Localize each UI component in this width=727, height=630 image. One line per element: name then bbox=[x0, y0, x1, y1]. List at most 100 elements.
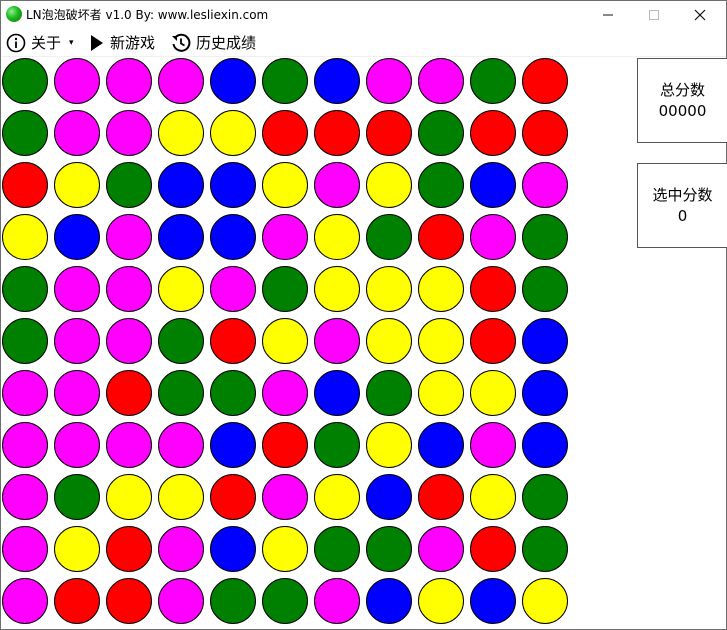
bubble[interactable] bbox=[314, 474, 360, 520]
bubble[interactable] bbox=[522, 58, 568, 104]
menu-new-game[interactable]: 新游戏 bbox=[89, 29, 155, 56]
bubble[interactable] bbox=[2, 474, 48, 520]
bubble[interactable] bbox=[2, 318, 48, 364]
bubble[interactable] bbox=[366, 422, 412, 468]
bubble[interactable] bbox=[158, 266, 204, 312]
bubble[interactable] bbox=[262, 526, 308, 572]
bubble[interactable] bbox=[262, 162, 308, 208]
bubble[interactable] bbox=[366, 110, 412, 156]
bubble[interactable] bbox=[210, 370, 256, 416]
bubble[interactable] bbox=[418, 422, 464, 468]
bubble[interactable] bbox=[54, 578, 100, 624]
bubble[interactable] bbox=[210, 526, 256, 572]
bubble[interactable] bbox=[418, 318, 464, 364]
bubble[interactable] bbox=[418, 58, 464, 104]
bubble[interactable] bbox=[366, 162, 412, 208]
bubble[interactable] bbox=[262, 318, 308, 364]
bubble[interactable] bbox=[262, 370, 308, 416]
bubble[interactable] bbox=[158, 110, 204, 156]
bubble[interactable] bbox=[210, 578, 256, 624]
bubble[interactable] bbox=[54, 474, 100, 520]
bubble[interactable] bbox=[210, 162, 256, 208]
bubble[interactable] bbox=[2, 266, 48, 312]
bubble[interactable] bbox=[262, 578, 308, 624]
bubble[interactable] bbox=[106, 474, 152, 520]
bubble[interactable] bbox=[314, 526, 360, 572]
bubble[interactable] bbox=[470, 214, 516, 260]
bubble[interactable] bbox=[106, 526, 152, 572]
bubble[interactable] bbox=[106, 266, 152, 312]
bubble[interactable] bbox=[418, 526, 464, 572]
bubble[interactable] bbox=[106, 110, 152, 156]
bubble[interactable] bbox=[2, 370, 48, 416]
bubble[interactable] bbox=[314, 214, 360, 260]
bubble[interactable] bbox=[366, 370, 412, 416]
bubble[interactable] bbox=[158, 578, 204, 624]
bubble[interactable] bbox=[106, 578, 152, 624]
bubble[interactable] bbox=[366, 578, 412, 624]
bubble[interactable] bbox=[158, 422, 204, 468]
bubble[interactable] bbox=[106, 318, 152, 364]
bubble[interactable] bbox=[210, 318, 256, 364]
bubble[interactable] bbox=[522, 526, 568, 572]
bubble[interactable] bbox=[470, 578, 516, 624]
bubble[interactable] bbox=[522, 422, 568, 468]
bubble[interactable] bbox=[262, 110, 308, 156]
bubble[interactable] bbox=[314, 266, 360, 312]
bubble[interactable] bbox=[418, 370, 464, 416]
bubble[interactable] bbox=[54, 318, 100, 364]
bubble[interactable] bbox=[314, 58, 360, 104]
minimize-button[interactable] bbox=[585, 1, 631, 29]
bubble[interactable] bbox=[522, 214, 568, 260]
bubble[interactable] bbox=[314, 422, 360, 468]
bubble[interactable] bbox=[522, 318, 568, 364]
bubble[interactable] bbox=[522, 370, 568, 416]
bubble[interactable] bbox=[522, 162, 568, 208]
bubble[interactable] bbox=[262, 422, 308, 468]
bubble[interactable] bbox=[106, 214, 152, 260]
bubble[interactable] bbox=[210, 58, 256, 104]
bubble[interactable] bbox=[210, 474, 256, 520]
bubble[interactable] bbox=[470, 58, 516, 104]
bubble[interactable] bbox=[2, 214, 48, 260]
bubble[interactable] bbox=[54, 110, 100, 156]
bubble[interactable] bbox=[158, 318, 204, 364]
bubble[interactable] bbox=[106, 422, 152, 468]
bubble[interactable] bbox=[522, 266, 568, 312]
bubble[interactable] bbox=[158, 474, 204, 520]
bubble[interactable] bbox=[54, 58, 100, 104]
bubble[interactable] bbox=[54, 162, 100, 208]
bubble[interactable] bbox=[2, 526, 48, 572]
bubble[interactable] bbox=[210, 214, 256, 260]
bubble[interactable] bbox=[470, 266, 516, 312]
bubble[interactable] bbox=[314, 370, 360, 416]
bubble[interactable] bbox=[418, 578, 464, 624]
bubble[interactable] bbox=[262, 474, 308, 520]
bubble[interactable] bbox=[366, 266, 412, 312]
maximize-button[interactable] bbox=[631, 1, 677, 29]
menu-history[interactable]: 历史成绩 bbox=[171, 29, 256, 56]
bubble[interactable] bbox=[158, 526, 204, 572]
bubble[interactable] bbox=[366, 58, 412, 104]
bubble[interactable] bbox=[470, 526, 516, 572]
bubble[interactable] bbox=[2, 578, 48, 624]
bubble[interactable] bbox=[210, 110, 256, 156]
bubble[interactable] bbox=[366, 214, 412, 260]
bubble[interactable] bbox=[262, 266, 308, 312]
bubble[interactable] bbox=[314, 162, 360, 208]
bubble[interactable] bbox=[418, 110, 464, 156]
bubble[interactable] bbox=[2, 422, 48, 468]
bubble[interactable] bbox=[106, 58, 152, 104]
bubble[interactable] bbox=[158, 370, 204, 416]
bubble[interactable] bbox=[262, 214, 308, 260]
bubble[interactable] bbox=[2, 110, 48, 156]
bubble[interactable] bbox=[262, 58, 308, 104]
title-bar[interactable]: LN泡泡破坏者 v1.0 By: www.lesliexin.com bbox=[1, 1, 726, 29]
bubble[interactable] bbox=[522, 474, 568, 520]
bubble[interactable] bbox=[470, 474, 516, 520]
bubble[interactable] bbox=[106, 370, 152, 416]
bubble[interactable] bbox=[470, 110, 516, 156]
bubble[interactable] bbox=[314, 578, 360, 624]
bubble[interactable] bbox=[522, 110, 568, 156]
bubble[interactable] bbox=[366, 474, 412, 520]
